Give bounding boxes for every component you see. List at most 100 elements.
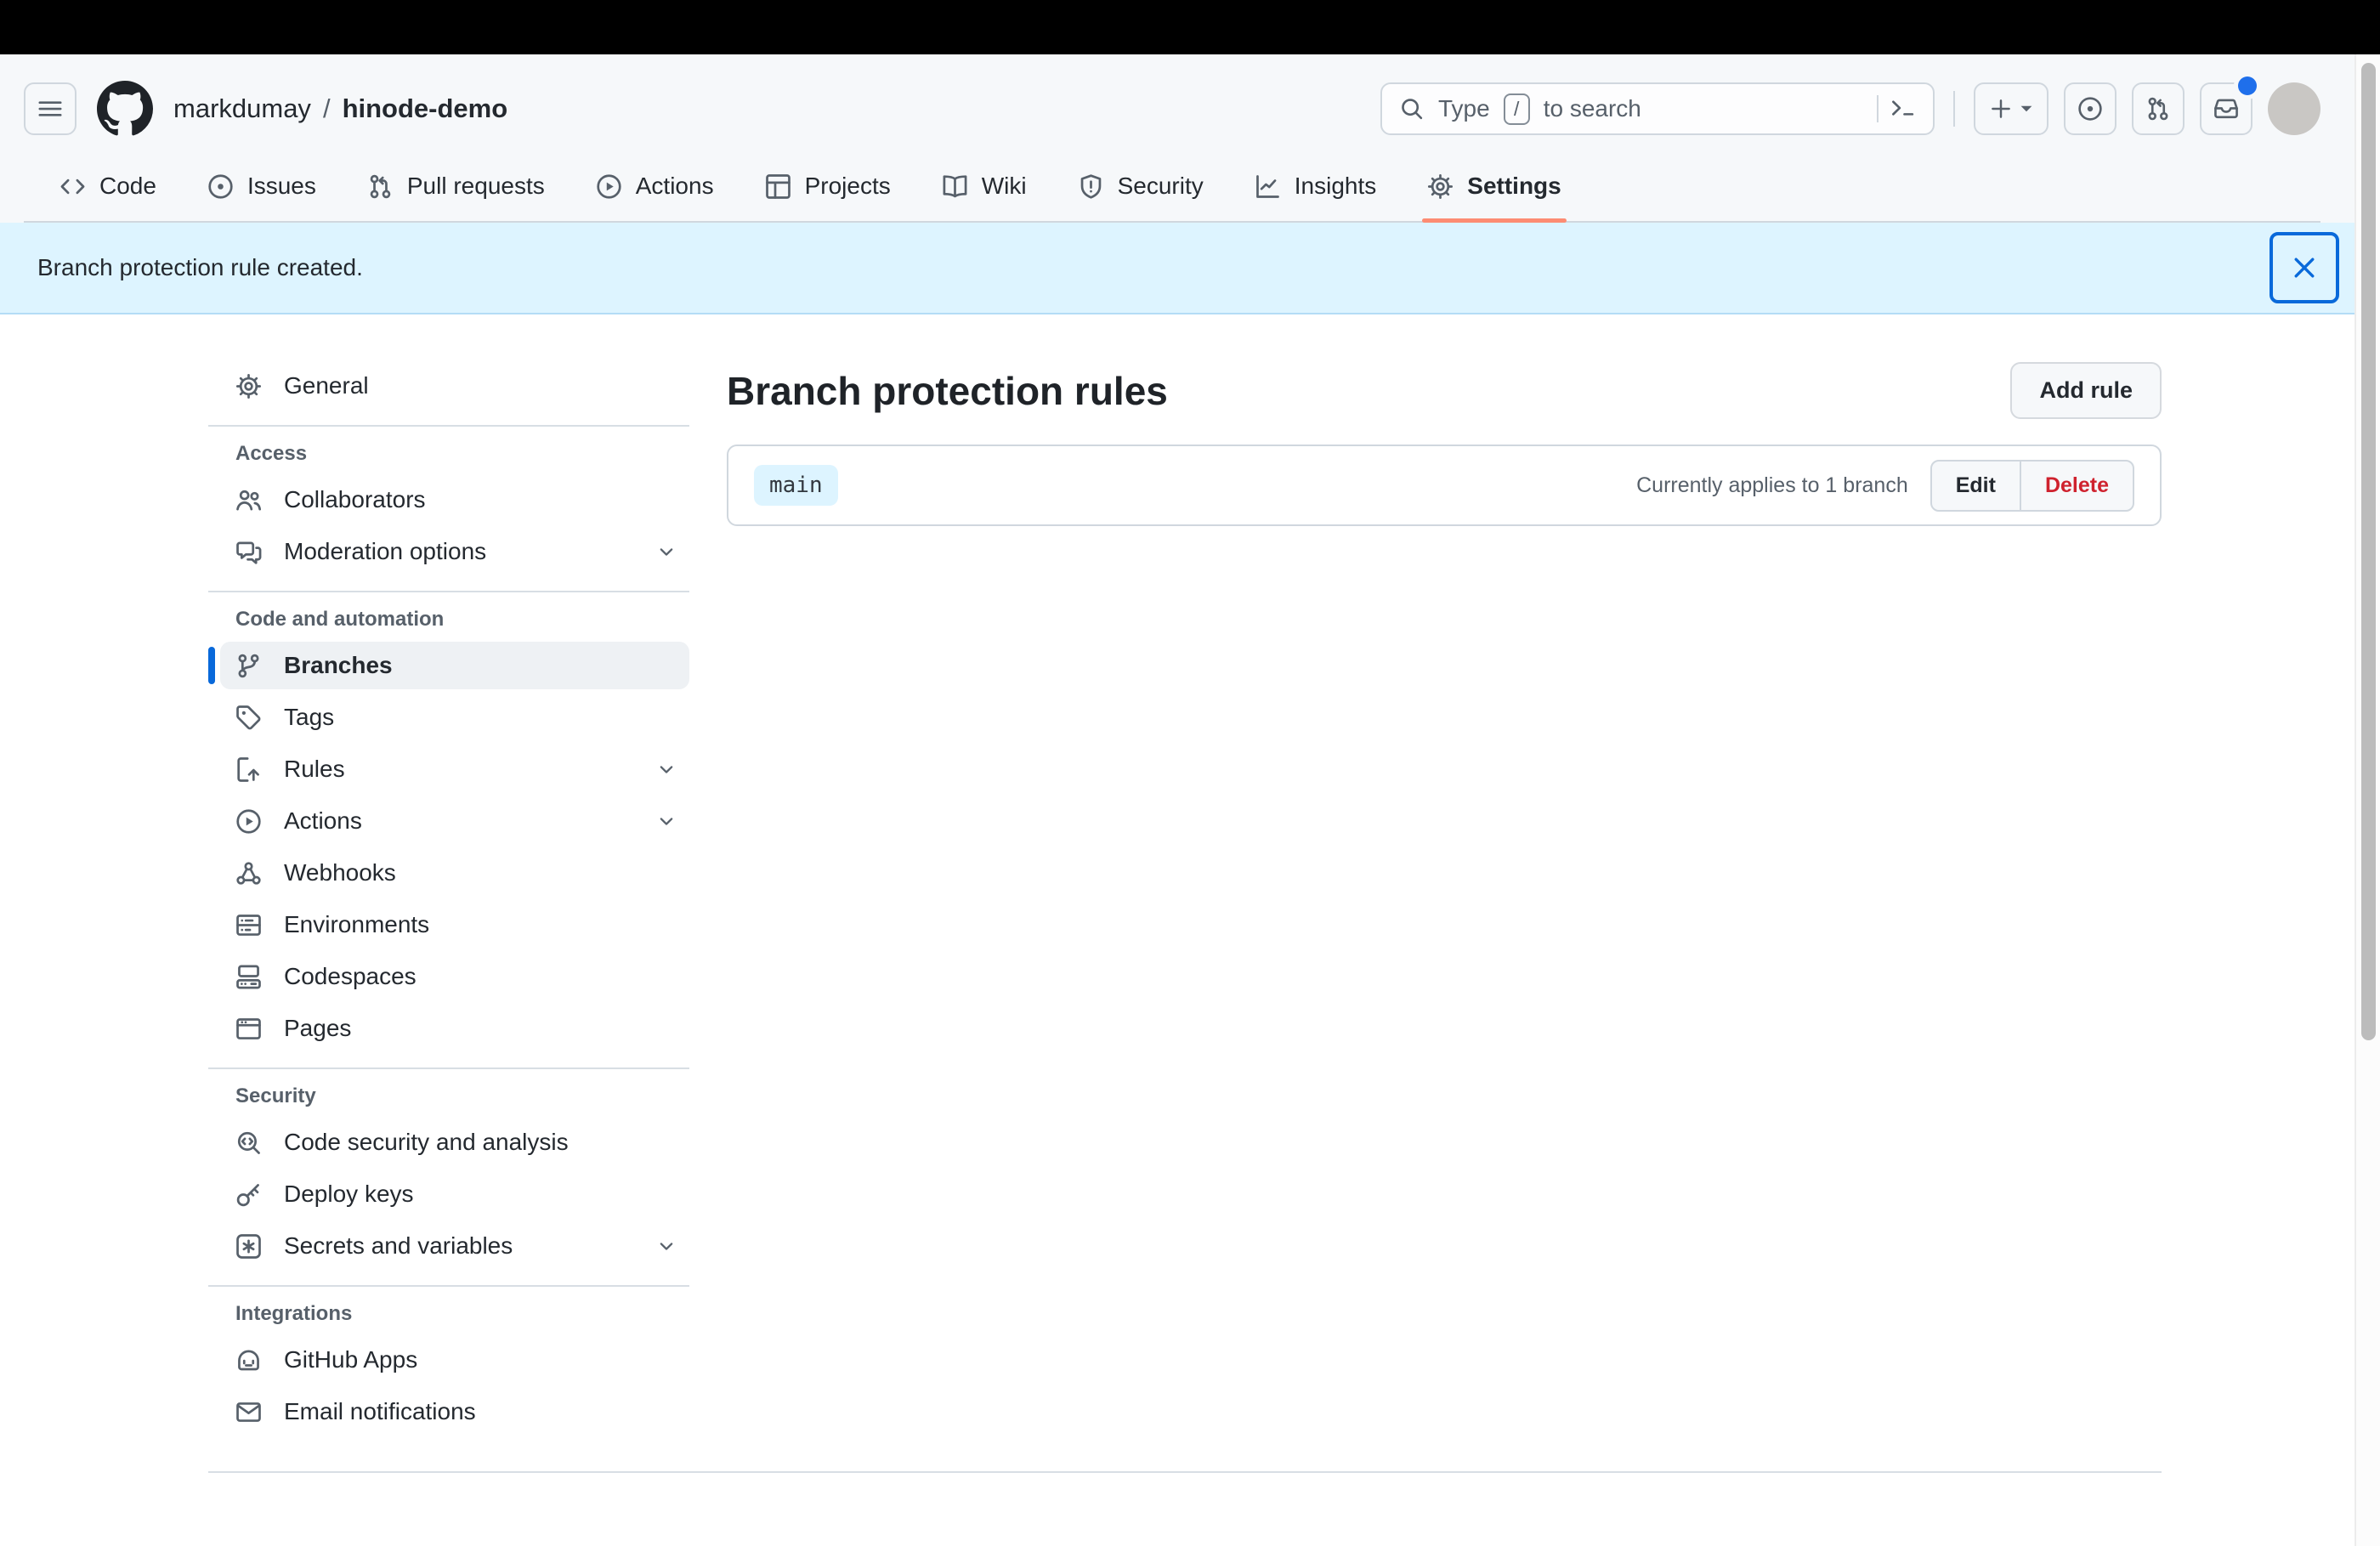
sidebar-item-label: GitHub Apps [284, 1346, 418, 1373]
chevron-down-icon [660, 1243, 673, 1250]
github-mark-icon[interactable] [97, 81, 153, 137]
sidebar-item-label: Codespaces [284, 963, 416, 989]
sidebar-section-access: Access [235, 442, 308, 465]
page-scrollbar[interactable] [2354, 54, 2380, 1546]
search-placeholder-suffix: to search [1543, 95, 1641, 122]
search-divider [1877, 95, 1878, 122]
tab-pull-requests[interactable]: Pull requests [342, 151, 570, 221]
search-input[interactable]: Type / to search [1380, 82, 1935, 135]
tab-projects[interactable]: Projects [740, 151, 916, 221]
sidebar-divider [208, 1067, 689, 1069]
sidebar-item-environments[interactable]: Environments [220, 901, 689, 949]
branch-protection-rule-row: main Currently applies to 1 branch Edit … [727, 445, 2162, 526]
sidebar-section-code-automation: Code and automation [235, 608, 445, 631]
tab-label: Projects [804, 173, 891, 199]
server-icon [236, 914, 261, 936]
sidebar-item-general[interactable]: General [220, 362, 689, 410]
scrollbar-thumb[interactable] [2361, 63, 2376, 1040]
sidebar-item-moderation-options[interactable]: Moderation options [220, 528, 689, 575]
tab-issues[interactable]: Issues [182, 151, 342, 221]
gear-icon [1428, 173, 1454, 199]
window-top-bar [0, 0, 2380, 54]
sidebar-item-label: Deploy keys [284, 1181, 414, 1207]
chevron-down-icon [660, 818, 673, 825]
repo-nav: Code Issues Pull requests Actions Projec… [24, 144, 2320, 223]
sidebar-item-label: Pages [284, 1015, 352, 1041]
tab-security[interactable]: Security [1052, 151, 1229, 221]
sidebar-divider [208, 1285, 689, 1287]
codespaces-icon [236, 965, 261, 988]
banner-close-button[interactable] [2270, 232, 2339, 303]
comment-discussion-icon [236, 541, 262, 564]
footer-divider [208, 1471, 2162, 1473]
rules-icon [237, 756, 259, 782]
command-palette-icon[interactable] [1890, 96, 1916, 122]
tab-label: Settings [1467, 173, 1561, 199]
tab-label: Issues [246, 173, 316, 199]
search-placeholder-prefix: Type [1438, 95, 1490, 122]
tab-actions[interactable]: Actions [570, 151, 740, 221]
tab-settings[interactable]: Settings [1402, 151, 1586, 223]
key-icon [236, 1183, 259, 1206]
tab-label: Pull requests [406, 173, 545, 199]
sidebar-item-codespaces[interactable]: Codespaces [220, 953, 689, 1000]
edit-rule-button[interactable]: Edit [1930, 459, 2021, 512]
sidebar-item-secrets-variables[interactable]: Secrets and variables [220, 1222, 689, 1270]
tab-label: Insights [1294, 173, 1377, 199]
add-rule-button[interactable]: Add rule [2010, 362, 2162, 419]
sidebar-item-webhooks[interactable]: Webhooks [220, 849, 689, 897]
tab-insights[interactable]: Insights [1229, 151, 1402, 221]
tab-label: Code [99, 173, 156, 199]
caret-down-icon [2020, 105, 2032, 112]
gear-icon [235, 373, 262, 399]
rule-applies-text: Currently applies to 1 branch [1636, 473, 1908, 497]
tab-label: Wiki [981, 173, 1027, 199]
pull-requests-dashboard-button[interactable] [2132, 82, 2184, 135]
sidebar-item-label: Secrets and variables [284, 1232, 513, 1259]
user-avatar[interactable] [2268, 82, 2320, 135]
unread-indicator [2238, 76, 2257, 95]
inbox-button[interactable] [2200, 76, 2257, 135]
hamburger-menu-button[interactable] [24, 82, 76, 135]
mail-icon [236, 1402, 261, 1422]
tag-icon [236, 705, 261, 729]
book-icon [943, 174, 967, 197]
breadcrumb-repo[interactable]: hinode-demo [343, 93, 508, 124]
three-bars-icon [38, 101, 62, 116]
sidebar-item-github-apps[interactable]: GitHub Apps [220, 1336, 689, 1384]
page-title: Branch protection rules [727, 368, 1168, 413]
sidebar-item-label: Actions [284, 807, 362, 834]
sidebar-item-label: Tags [284, 704, 335, 730]
github-app: markdumay / hinode-demo Type / to search [0, 54, 2354, 1440]
sidebar-item-pages[interactable]: Pages [220, 1005, 689, 1052]
sidebar-item-label: Environments [284, 911, 430, 937]
sidebar-item-tags[interactable]: Tags [220, 694, 689, 741]
issues-dashboard-button[interactable] [2064, 82, 2116, 135]
sidebar-item-label: Webhooks [284, 859, 396, 886]
sidebar-item-collaborators[interactable]: Collaborators [220, 476, 689, 524]
search-icon [1402, 99, 1423, 120]
sidebar-item-deploy-keys[interactable]: Deploy keys [220, 1170, 689, 1218]
sidebar-item-branches[interactable]: Branches [220, 642, 689, 689]
chevron-down-icon [660, 548, 673, 556]
sidebar-section-integrations: Integrations [235, 1302, 353, 1325]
sidebar-item-rules[interactable]: Rules [220, 745, 689, 793]
tab-wiki[interactable]: Wiki [916, 151, 1052, 221]
tab-code[interactable]: Code [34, 151, 182, 221]
play-icon [236, 808, 261, 834]
sidebar-item-email-notifications[interactable]: Email notifications [220, 1388, 689, 1436]
create-new-button[interactable] [1974, 82, 2048, 135]
issue-opened-icon [208, 173, 233, 199]
sidebar-item-actions[interactable]: Actions [220, 797, 689, 845]
settings-main: Branch protection rules Add rule main Cu… [727, 362, 2162, 1440]
breadcrumb-owner[interactable]: markdumay [173, 93, 311, 124]
branch-name-badge: main [754, 465, 838, 506]
webhook-icon [236, 861, 261, 885]
tab-label: Security [1117, 173, 1204, 199]
delete-rule-button[interactable]: Delete [2019, 459, 2134, 512]
people-icon [236, 490, 262, 511]
app-header: markdumay / hinode-demo Type / to search [0, 54, 2354, 223]
browser-icon [236, 1017, 261, 1039]
sidebar-item-code-security[interactable]: Code security and analysis [220, 1118, 689, 1166]
sidebar-item-label: General [284, 372, 369, 399]
